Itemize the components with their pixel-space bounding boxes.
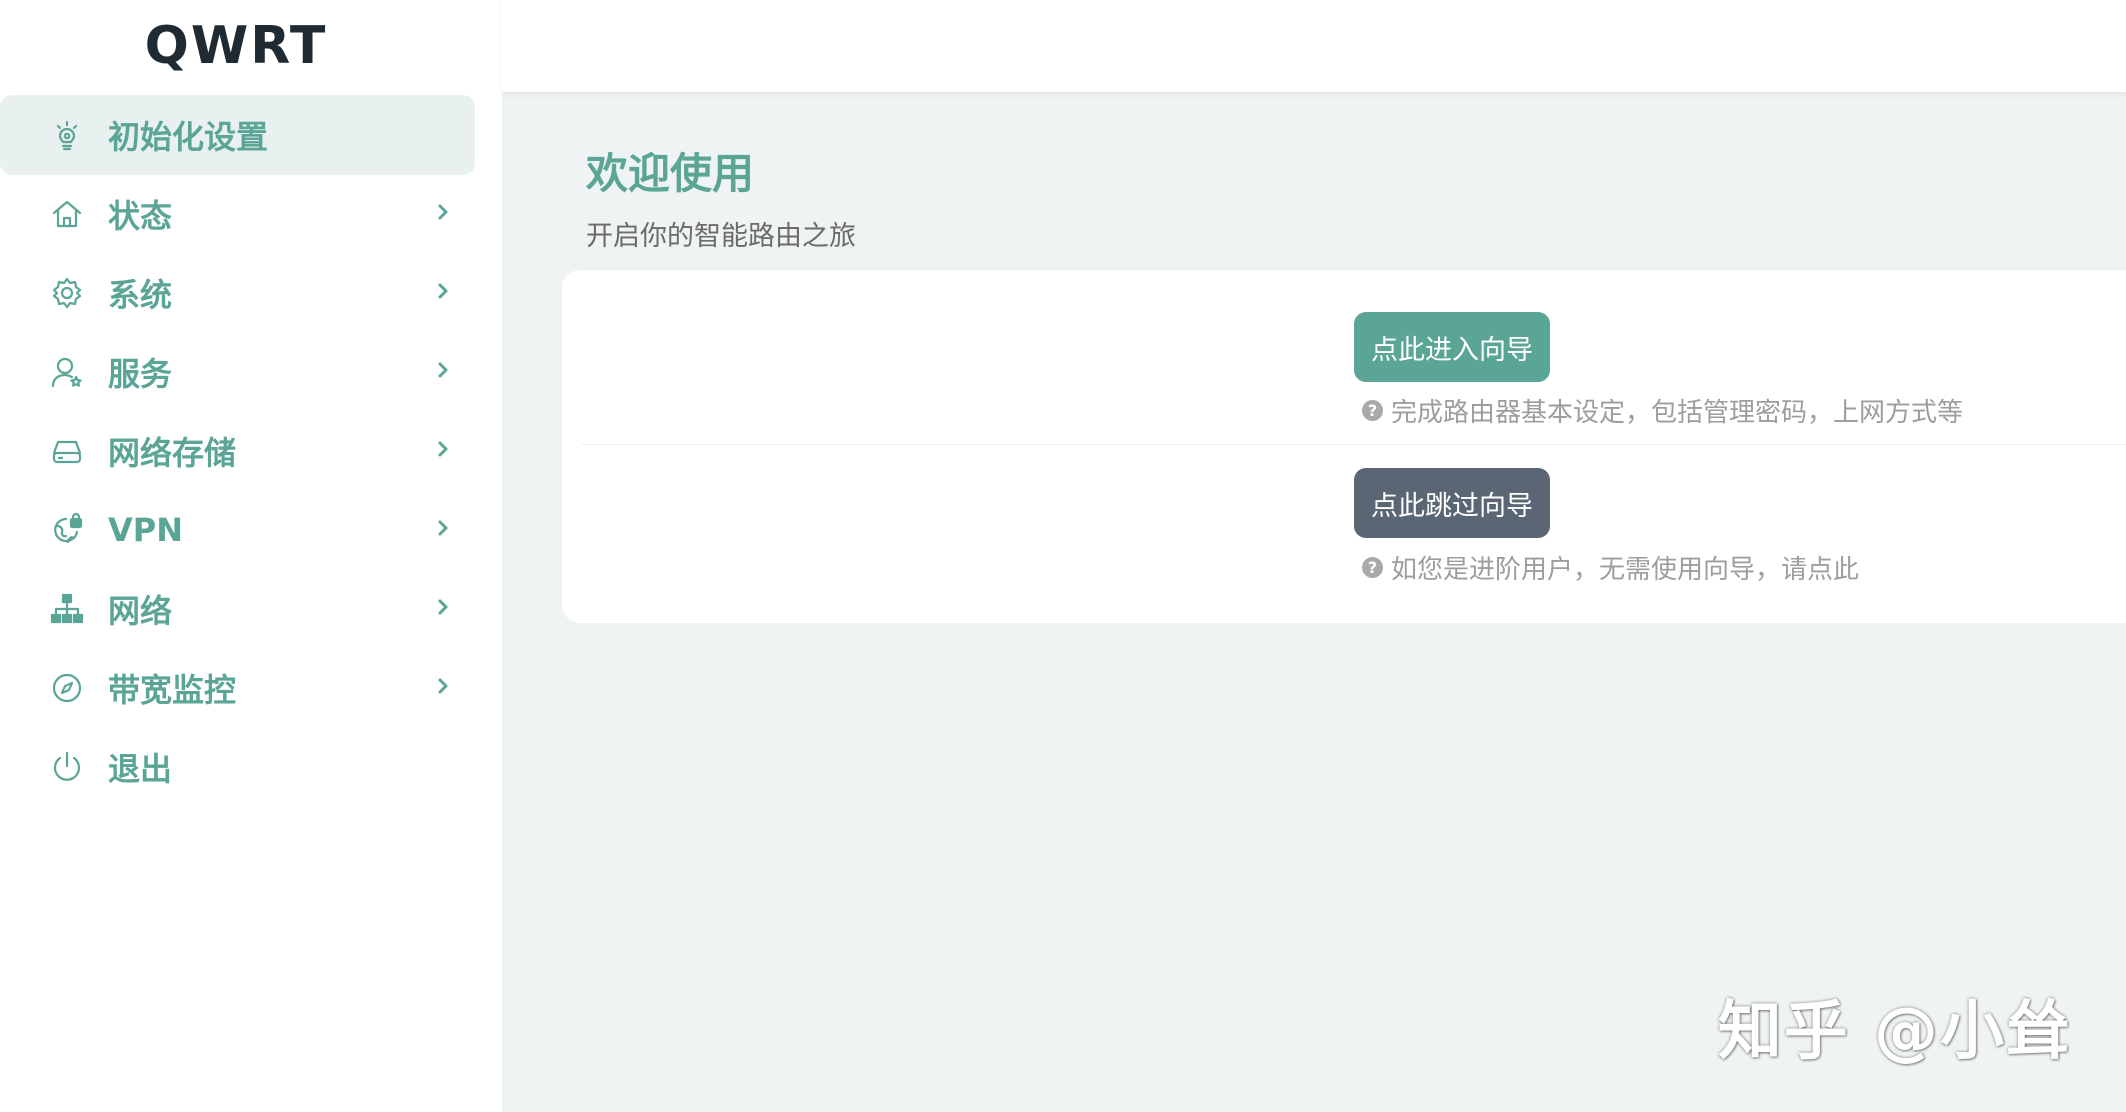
enter-wizard-hint-text: 完成路由器基本设定，包括管理密码，上网方式等 [1391,398,1964,428]
watermark: 知乎 @小耸 [1717,995,2072,1069]
sidebar: 初始化设置 状态 系统 服务 网络存储 VPN 网络 带宽监控 退出 [0,92,502,1112]
sidebar-item-label: 服务 [108,355,173,393]
enter-wizard-hint: ? 完成路由器基本设定，包括管理密码，上网方式等 [1362,392,1963,429]
hard-drive-icon [48,432,86,470]
globe-lock-icon [48,511,86,549]
app-window: QWRT 初始化设置 状态 系统 服务 网络存储 VPN 网络 带宽监控 退出 … [0,0,2126,1112]
compass-icon [48,669,86,707]
sidebar-item-status[interactable]: 状态 [0,174,475,254]
sidebar-item-label: 网络存储 [108,434,237,472]
sidebar-item-label: VPN [108,511,183,549]
chevron-right-icon [433,360,457,384]
sidebar-item-bandwidth-monitor[interactable]: 带宽监控 [0,648,475,728]
sidebar-item-init-setup[interactable]: 初始化设置 [0,95,475,175]
power-icon [48,748,86,786]
main-content: 欢迎使用 开启你的智能路由之旅 点此进入向导 ? 完成路由器基本设定，包括管理密… [502,92,2126,1112]
chevron-right-icon [433,202,457,226]
wizard-card: 点此进入向导 ? 完成路由器基本设定，包括管理密码，上网方式等 点此跳过向导 ?… [562,270,2126,623]
sidebar-item-network-storage[interactable]: 网络存储 [0,411,475,491]
user-star-icon [48,353,86,391]
skip-wizard-button[interactable]: 点此跳过向导 [1354,468,1550,538]
sidebar-item-system[interactable]: 系统 [0,253,475,333]
enter-wizard-button[interactable]: 点此进入向导 [1354,312,1550,382]
page-title: 欢迎使用 [586,149,755,198]
sidebar-item-label: 带宽监控 [108,671,237,709]
page-subtitle: 开启你的智能路由之旅 [586,221,856,252]
sidebar-item-label: 初始化设置 [108,118,269,156]
divider [582,444,2126,445]
network-tree-icon [48,590,86,628]
chevron-right-icon [433,439,457,463]
brand-logo[interactable]: QWRT [0,0,502,92]
sidebar-item-network[interactable]: 网络 [0,569,475,649]
chevron-right-icon [433,518,457,542]
chevron-right-icon [433,676,457,700]
sidebar-item-label: 退出 [108,750,173,788]
sidebar-item-label: 网络 [108,592,173,630]
brand-title: QWRT [144,16,328,76]
sidebar-item-label: 状态 [108,197,173,235]
sidebar-item-vpn[interactable]: VPN [0,490,475,570]
skip-wizard-hint: ? 如您是进阶用户，无需使用向导，请点此 [1362,549,1859,586]
home-icon [48,195,86,233]
question-circle-icon: ? [1362,400,1383,421]
sidebar-item-label: 系统 [108,276,173,314]
sidebar-item-services[interactable]: 服务 [0,332,475,412]
lightbulb-gear-icon [48,116,86,154]
skip-wizard-hint-text: 如您是进阶用户，无需使用向导，请点此 [1391,555,1860,585]
question-circle-icon: ? [1362,557,1383,578]
sidebar-item-logout[interactable]: 退出 [0,727,475,807]
top-header [502,0,2126,92]
chevron-right-icon [433,597,457,621]
chevron-right-icon [433,281,457,305]
gear-icon [48,274,86,312]
